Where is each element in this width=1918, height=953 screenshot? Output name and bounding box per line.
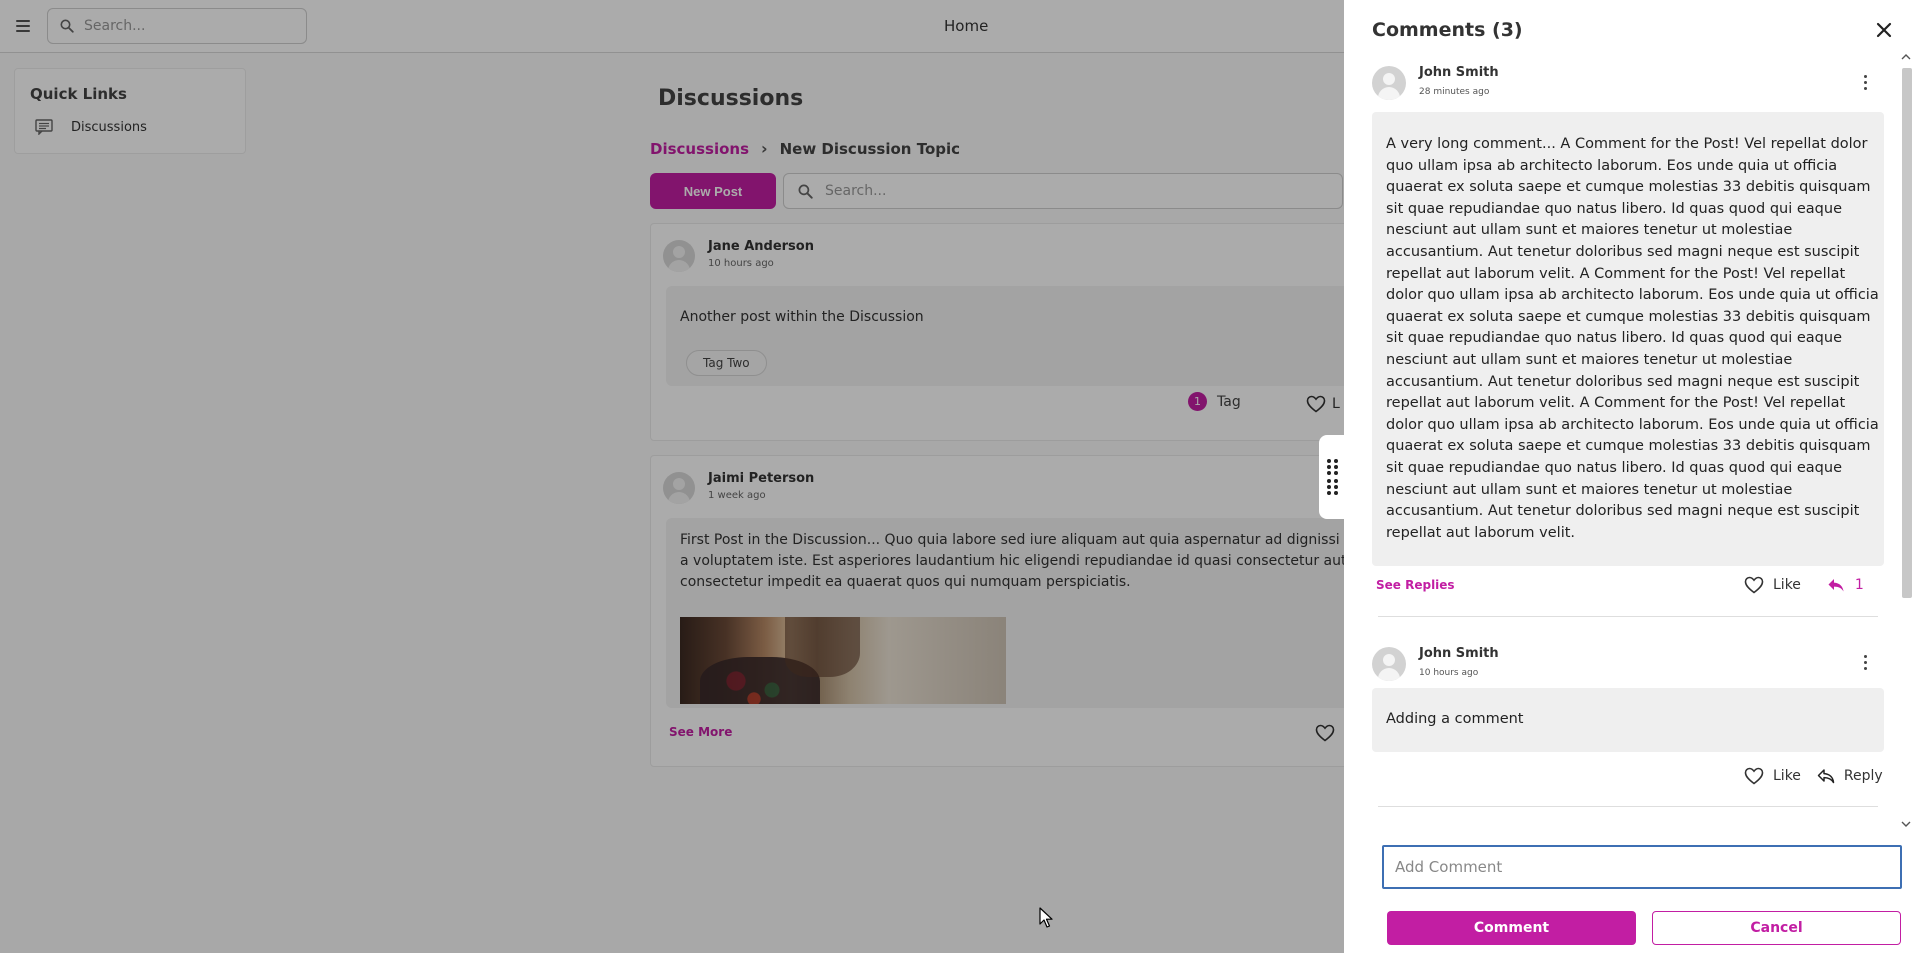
comments-list[interactable]: John Smith 28 minutes ago A very long co… [1344,50,1918,833]
comment-text-line: sit quae repudiandae quo natus libero. I… [1386,200,1842,217]
comment-text-line: quaerat ex soluta saepe et cumque molest… [1386,438,1871,455]
avatar [1372,66,1406,100]
comment-text-line: dolor quo ullam ipsa ab architecto labor… [1386,287,1879,304]
comment-text-line: A very long comment... A Comment for the… [1386,136,1868,152]
mouse-cursor-icon [1039,907,1053,928]
comment-body: Adding a comment [1372,688,1884,752]
more-options-icon[interactable] [1860,72,1870,92]
like-button[interactable]: Like [1744,576,1801,594]
comment-divider [1378,806,1878,807]
comment-author: John Smith [1419,65,1499,80]
comments-title: Comments (3) [1372,19,1523,41]
comment-text-line: quaerat ex soluta saepe et cumque molest… [1386,308,1871,325]
comments-drawer: Comments (3) John Smith 28 minutes ago A… [1344,0,1918,953]
comments-scrollbar[interactable] [1899,50,1913,833]
like-button[interactable]: Like [1744,767,1801,785]
cancel-button[interactable]: Cancel [1652,911,1901,945]
comment-text-line: repellat aut laborum velit. A Comment fo… [1386,265,1846,282]
comment-body: A very long comment... A Comment for the… [1372,112,1884,566]
comment-text-line: nesciunt aut ullam sunt et maiores tenet… [1386,481,1793,498]
comment-text-line: accusantium. Aut tenetur doloribus sed m… [1386,503,1860,520]
comment-submit-button[interactable]: Comment [1387,911,1636,945]
like-label: Like [1773,768,1801,784]
like-label: Like [1773,577,1801,593]
heart-icon [1744,576,1764,594]
reply-button[interactable]: Reply [1817,768,1883,784]
comment-text-line: nesciunt aut ullam sunt et maiores tenet… [1386,351,1793,368]
comment-text-line: quo ullam ipsa ab architecto laborum. Eo… [1386,157,1838,174]
comment-text-line: repellat aut laborum velit. A Comment fo… [1386,395,1846,412]
scrollbar-thumb[interactable] [1902,68,1912,598]
comment-author: John Smith [1419,646,1499,661]
comment-time: 10 hours ago [1419,668,1479,678]
heart-icon [1744,767,1764,785]
scroll-up-icon[interactable] [1899,50,1913,62]
drag-handle-icon [1326,479,1338,495]
reply-label: Reply [1843,768,1883,784]
comment-text-line: sit quae repudiandae quo natus libero. I… [1386,330,1842,347]
comment-text: Adding a comment [1386,711,1524,727]
scroll-down-icon[interactable] [1899,818,1913,830]
comment-text-line: accusantium. Aut tenetur doloribus sed m… [1386,373,1860,390]
reply-icon [1828,579,1844,592]
comment-text-line: quaerat ex soluta saepe et cumque molest… [1386,179,1871,196]
drag-handle-icon [1326,459,1338,475]
comment-text-line: accusantium. Aut tenetur doloribus sed m… [1386,243,1860,260]
comment-text-line: repellat aut laborum velit. [1386,524,1576,541]
reply-count-button[interactable]: 1 [1827,577,1864,593]
avatar [1372,647,1406,681]
comment-text-line: dolor quo ullam ipsa ab architecto labor… [1386,416,1879,433]
comment-divider [1378,616,1878,617]
comment-actions: Like Reply [1744,767,1883,785]
close-icon[interactable] [1872,18,1896,42]
comment-time: 28 minutes ago [1419,87,1490,97]
comment-text-line: sit quae repudiandae quo natus libero. I… [1386,459,1842,476]
reply-icon [1817,769,1835,784]
more-options-icon[interactable] [1860,652,1870,672]
add-comment-input[interactable] [1382,845,1902,889]
comment-text: A very long comment... A Comment for the… [1372,112,1884,544]
comment-text-line: nesciunt aut ullam sunt et maiores tenet… [1386,222,1793,239]
see-replies-link[interactable]: See Replies [1376,578,1455,592]
drawer-resize-handle[interactable] [1319,435,1345,519]
comment-actions: Like 1 [1744,576,1864,594]
reply-count: 1 [1854,577,1864,593]
